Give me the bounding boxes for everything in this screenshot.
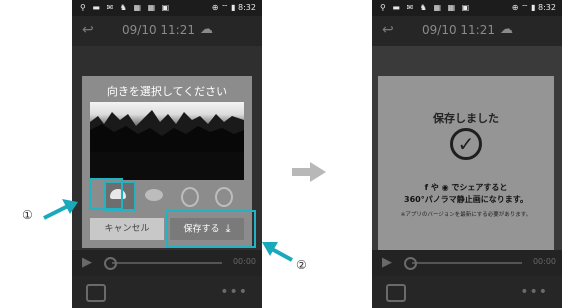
trees-silhouette [90, 110, 244, 152]
playback-time: 00:00 [532, 257, 556, 266]
seek-knob[interactable] [104, 257, 117, 270]
cloud-icon[interactable]: ☁ [200, 22, 213, 37]
saved-title: 保存しました [433, 112, 499, 125]
left-phone-screen: ⚲ ▬ ✉ ♞ ▦ ▦ ▣ ⊕ ⌔ ▮ 8:32 ↩ 09/10 11:21 ☁… [72, 0, 262, 308]
seek-knob[interactable] [404, 257, 417, 270]
status-icons: ⚲ ▬ ✉ ♞ ▦ ▦ ▣ [80, 3, 172, 12]
right-phone-screen: ⚲ ▬ ✉ ♞ ▦ ▦ ▣ ⊕ ⌔ ▮ 8:32 ↩ 09/10 11:21 ☁… [372, 0, 562, 308]
side-left-icon [181, 187, 199, 207]
more-icon[interactable]: ••• [220, 284, 248, 300]
camera-mode-icon[interactable] [86, 284, 106, 302]
transition-arrow-icon [292, 162, 326, 182]
save-complete-modal: 保存しました ✓ f や ◉ でシェアすると 360°パノラマ静止画になります。… [378, 76, 554, 252]
status-bar: ⚲ ▬ ✉ ♞ ▦ ▦ ▣ ⊕ ⌔ ▮ 8:32 [372, 0, 562, 16]
bottom-bar: ••• [72, 276, 262, 308]
app-bar: ↩ 09/10 11:21 ☁ [72, 16, 262, 46]
share-text-line1: f や ◉ でシェアすると [424, 183, 508, 192]
status-icons: ⚲ ▬ ✉ ♞ ▦ ▦ ▣ [380, 3, 472, 12]
callout-arrow-1 [43, 199, 78, 220]
seek-track[interactable] [412, 262, 522, 264]
cloud-icon[interactable]: ☁ [500, 22, 513, 37]
seek-track[interactable] [112, 262, 222, 264]
app-title: 09/10 11:21 [122, 23, 195, 37]
bottom-bar: ••• [372, 276, 562, 308]
callout-number-1: ① [22, 208, 33, 222]
highlight-save [166, 210, 256, 248]
highlight-orientation [89, 178, 123, 210]
preview-bottom [90, 152, 244, 180]
dome-flat-icon [145, 189, 163, 201]
playback-bar: ▶ 00:00 [372, 250, 562, 276]
status-bar: ⚲ ▬ ✉ ♞ ▦ ▦ ▣ ⊕ ⌔ ▮ 8:32 [72, 0, 262, 16]
side-right-icon [215, 187, 233, 207]
back-icon[interactable]: ↩ [382, 22, 394, 38]
dialog-title: 向きを選択してください [106, 85, 228, 98]
status-right: ⊕ ⌔ ▮ 8:32 [511, 3, 556, 12]
version-note: ※アプリのバージョンを最新にする必要があります。 [400, 212, 532, 218]
callout-number-2: ② [296, 258, 307, 272]
orientation-option-side-left[interactable] [176, 184, 200, 207]
callout-arrow-2 [262, 242, 293, 262]
back-icon[interactable]: ↩ [82, 22, 94, 38]
app-bar: ↩ 09/10 11:21 ☁ [372, 16, 562, 46]
playback-bar: ▶ 00:00 [72, 250, 262, 276]
orientation-option-flat[interactable] [142, 184, 166, 206]
share-text-line2: 360°パノラマ静止画になります。 [404, 195, 528, 204]
panorama-preview [90, 102, 244, 152]
checkmark-icon: ✓ [450, 128, 482, 160]
playback-time: 00:00 [232, 257, 256, 266]
camera-mode-icon[interactable] [386, 284, 406, 302]
status-right: ⊕ ⌔ ▮ 8:32 [211, 3, 256, 12]
orientation-option-side-right[interactable] [210, 184, 234, 207]
play-icon[interactable]: ▶ [82, 255, 92, 270]
play-icon[interactable]: ▶ [382, 255, 392, 270]
app-title: 09/10 11:21 [422, 23, 495, 37]
cancel-button[interactable]: キャンセル [90, 218, 164, 240]
more-icon[interactable]: ••• [520, 284, 548, 300]
